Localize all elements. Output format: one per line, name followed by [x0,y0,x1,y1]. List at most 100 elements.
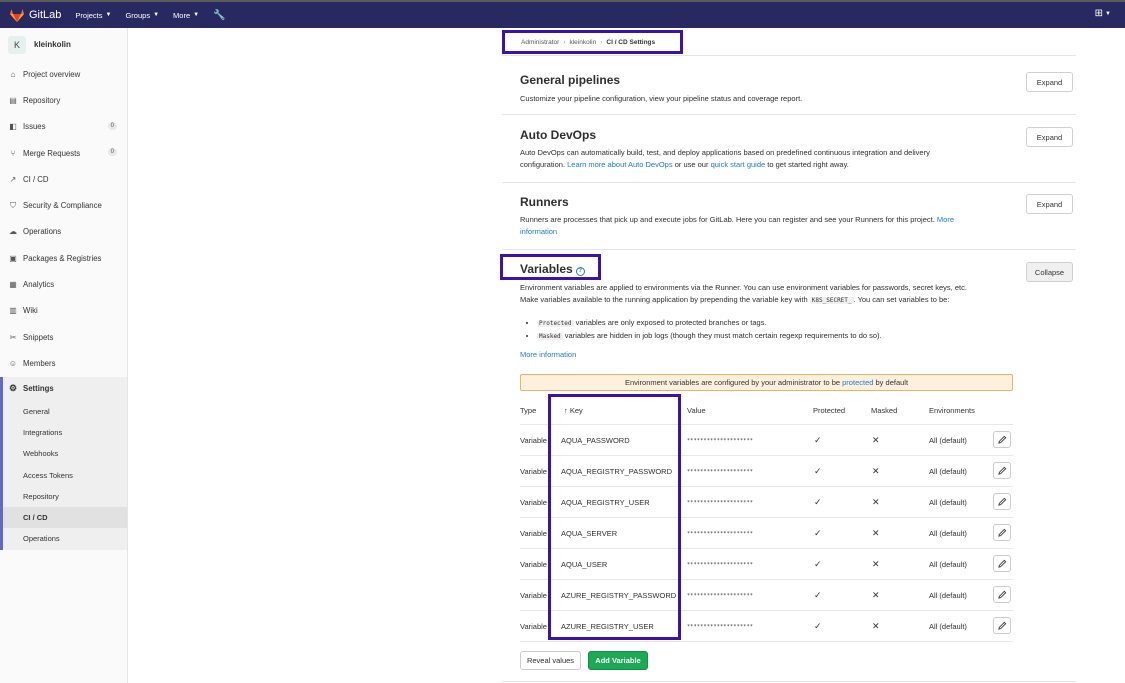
variables-desc-text: Environment variables are applied to env… [520,283,967,292]
sidebar-subitem-access-tokens[interactable]: Access Tokens [3,464,127,485]
close-icon: ✕ [872,435,880,445]
breadcrumb-item[interactable]: kleinkolin [569,39,596,46]
cloud-icon: ☁ [9,227,17,237]
gear-icon: ⚙ [8,383,18,394]
variable-type-cell: Variable [520,591,547,600]
sidebar-subitem-integrations[interactable]: Integrations [3,422,127,443]
variable-environment-cell: All (default) [929,436,967,445]
sidebar-subitem-webhooks[interactable]: Webhooks [3,443,127,464]
scissors-icon: ✂ [9,332,17,342]
chevron-down-icon: ▼ [105,12,112,18]
divider [502,114,1076,115]
learn-more-auto-devops-link[interactable]: Learn more about Auto DevOps [567,160,672,169]
edit-variable-button[interactable] [993,617,1011,634]
pencil-icon [997,559,1006,568]
checkmark-icon: ✓ [814,528,822,538]
home-icon: ⌂ [10,69,16,79]
close-icon: ✕ [872,528,880,538]
sidebar-subitem-repository[interactable]: Repository [3,486,127,507]
nav-groups[interactable]: Groups ▼ [125,11,159,20]
shield-icon: ⛉ [10,200,16,210]
sidebar-item-repository[interactable]: ▤ Repository [0,87,127,113]
sidebar-item-project-overview[interactable]: ⌂ Project overview [0,61,127,87]
sidebar-item-members[interactable]: ☺ Members [0,350,127,376]
pencil-icon [997,528,1006,537]
book-icon: ▤ [9,95,17,105]
collapse-variables-button[interactable]: Collapse [1026,262,1073,282]
reveal-values-button[interactable]: Reveal values [520,651,581,670]
section-title-variables: Variables? [520,262,585,276]
edit-variable-button[interactable] [993,586,1011,603]
expand-general-pipelines-button[interactable]: Expand [1026,72,1073,92]
alert-text: Environment variables are configured by … [624,378,841,387]
sidebar-item-label: Packages & Registries [23,253,102,263]
sidebar-item-issues[interactable]: ◧ Issues 0 [0,114,127,140]
edit-variable-button[interactable] [993,462,1011,479]
variable-type-cell: Variable [520,529,547,538]
expand-auto-devops-button[interactable]: Expand [1026,127,1073,147]
sidebar-item-snippets[interactable]: ✂ Snippets [0,324,127,350]
sidebar-subitem-general[interactable]: General [3,401,127,422]
edit-variable-button[interactable] [993,524,1011,541]
edit-variable-button[interactable] [993,431,1011,448]
auto-devops-desc-text: to get started right away. [767,160,849,169]
sidebar-project-header[interactable]: K kleinkolin [0,28,127,61]
edit-variable-button[interactable] [993,555,1011,572]
sidebar-item-label: Issues [23,122,46,132]
add-variable-button[interactable]: Add Variable [588,651,648,670]
column-header-type: Type [520,406,537,415]
sidebar-item-label: Wiki [23,306,38,316]
chevron-down-icon: ▼ [153,12,160,18]
sidebar-item-settings[interactable]: ⚙ Settings [3,377,127,401]
checkmark-icon: ✓ [814,621,822,631]
admin-wrench-icon[interactable]: 🔧 [213,10,225,21]
breadcrumb-item[interactable]: Administrator [521,39,559,46]
pencil-icon [997,466,1006,475]
close-icon: ✕ [872,497,880,507]
variables-desc-text: Make variables available to the running … [520,295,808,304]
sidebar-item-security-compliance[interactable]: ⛉ Security & Compliance [0,192,127,218]
divider [502,249,1076,250]
nav-projects[interactable]: Projects ▼ [75,11,111,20]
sidebar-item-label: Settings [23,384,54,394]
sidebar-item-ci-cd[interactable]: ↗ CI / CD [0,166,127,192]
section-desc-general-pipelines: Customize your pipeline configuration, v… [520,94,803,103]
nav-groups-label: Groups [125,10,151,20]
chevron-down-icon: ▼ [193,12,200,18]
protected-code: Protected [537,320,574,327]
new-item-dropdown[interactable]: ⊞ ▼ [1095,8,1111,19]
pencil-icon [997,435,1006,444]
runners-desc-text: Runners are processes that pick up and e… [520,215,935,224]
nav-more[interactable]: More ▼ [173,11,199,20]
section-desc-runners: Runners are processes that pick up and e… [520,214,990,238]
sidebar-item-analytics[interactable]: ▦ Analytics [0,271,127,297]
breadcrumb: Administrator › kleinkolin › CI / CD Set… [502,30,683,54]
sidebar-item-wiki[interactable]: ▥ Wiki [0,298,127,324]
sidebar-item-operations[interactable]: ☁ Operations [0,219,127,245]
breadcrumb-chevron-icon: › [600,38,603,46]
sidebar-subitem-operations[interactable]: Operations [3,528,127,549]
edit-variable-button[interactable] [993,493,1011,510]
variables-title-text: Variables [520,262,573,276]
checkmark-icon: ✓ [814,466,822,476]
auto-devops-desc-text: or use our [674,160,709,169]
quick-start-guide-link[interactable]: quick start guide [711,160,766,169]
sidebar-item-packages-registries[interactable]: ▣ Packages & Registries [0,245,127,271]
question-circle-icon[interactable]: ? [575,266,585,276]
sidebar-subitem-ci-cd[interactable]: CI / CD [3,507,127,529]
brand-name: GitLab [29,9,62,21]
sidebar-item-merge-requests[interactable]: ⑂ Merge Requests 0 [0,140,127,166]
variable-value-cell: ******************** [687,593,754,599]
gitlab-logo[interactable]: GitLab [10,8,62,22]
close-icon: ✕ [872,621,880,631]
sidebar-item-label: Analytics [23,280,55,290]
count-badge: 0 [107,147,117,156]
sidebar-item-label: Security & Compliance [23,201,102,211]
sidebar-settings-group: ⚙ Settings General Integrations Webhooks Ac… [0,376,127,550]
bullet-text: variables are only exposed to protected … [575,318,767,327]
expand-runners-button[interactable]: Expand [1026,194,1073,214]
section-desc-variables: Environment variables are applied to env… [520,282,1020,307]
protected-link[interactable]: protected [842,378,873,387]
sidebar-item-label: Merge Requests [23,148,81,158]
variables-more-information-link[interactable]: More information [520,349,1000,361]
